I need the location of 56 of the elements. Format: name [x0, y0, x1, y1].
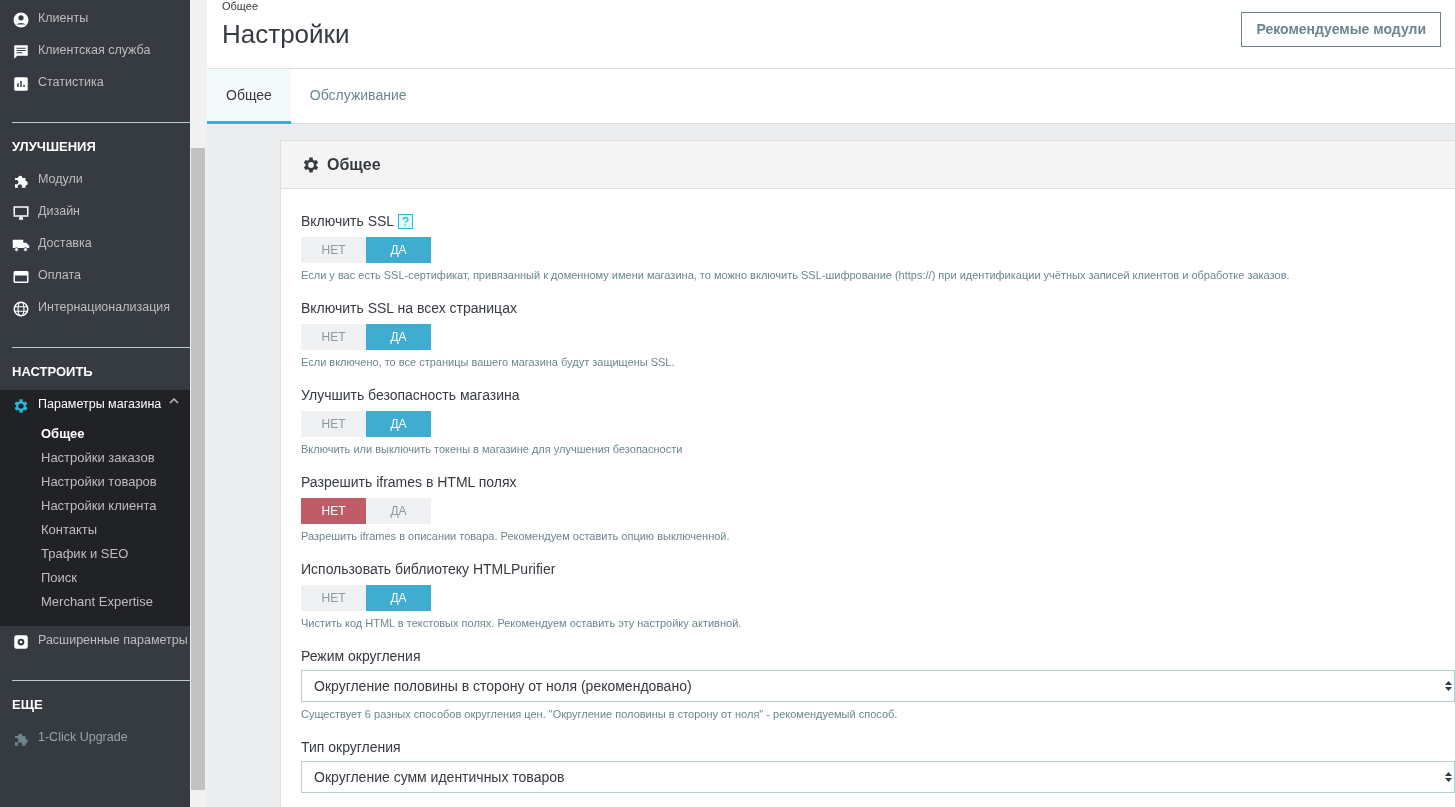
section-heading: НАСТРОИТЬ	[11, 363, 94, 381]
scrollbar-thumb[interactable]	[191, 148, 205, 790]
field-label: Улучшить безопасность магазина	[301, 385, 520, 405]
select-field[interactable]: Округление сумм идентичных товаров	[301, 761, 1455, 793]
sidebar-item[interactable]: Оплата	[0, 261, 190, 293]
sidebar-item[interactable]: Модули	[0, 165, 190, 197]
sidebar-item[interactable]: Доставка	[0, 229, 190, 261]
submenu-item[interactable]: Настройки клиента	[0, 494, 190, 518]
tab[interactable]: Обслуживание	[290, 69, 426, 124]
chat-icon	[12, 43, 30, 61]
submenu-item[interactable]: Контакты	[0, 518, 190, 542]
settings-icon	[12, 633, 30, 651]
switch-option[interactable]: НЕТ	[301, 498, 366, 524]
submenu-item[interactable]: Настройки заказов	[0, 446, 190, 470]
sort-arrows-icon	[1445, 680, 1452, 692]
sidebar-item[interactable]: Клиенты	[0, 4, 190, 36]
field-label: Использовать библиотеку HTMLPurifier	[301, 559, 556, 579]
submenu-item[interactable]: Поиск	[0, 566, 190, 590]
globe-icon	[12, 300, 30, 318]
help-text: Чистить код HTML в текстовых полях. Рекомендуем оставить эту настройку активной.	[301, 616, 743, 630]
gear-icon	[12, 397, 30, 415]
help-text: Существует 6 разных способов округления цен. "Округление половины в сторону от ноля" - рекомендуемый способ.	[301, 707, 899, 721]
sidebar-item[interactable]: Дизайн	[0, 197, 190, 229]
sidebar-item[interactable]: Интернационализация	[0, 293, 190, 325]
field-label: Включить SSL на всех страницах	[301, 298, 517, 318]
help-text: Если у вас есть SSL-сертификат, привязанный к доменному имени магазина, то можно включить SSL-шифрование (https://) при идентификации учётных записей клиентов и обработке заказов.	[301, 268, 1291, 282]
breadcrumb[interactable]: Общее	[222, 0, 350, 12]
tab[interactable]: Общее	[207, 69, 291, 124]
submenu-item[interactable]: Настройки товаров	[0, 470, 190, 494]
sort-arrows-icon	[1445, 771, 1452, 783]
section-heading: УЛУЧШЕНИЯ	[11, 138, 97, 156]
card-title: Общее	[327, 154, 381, 175]
select-field[interactable]: Округление половины в сторону от ноля (рекомендовано)	[301, 670, 1455, 702]
page-title: Настройки	[222, 18, 350, 51]
section-heading: ЕЩЕ	[11, 696, 44, 714]
help-text: Включить или выключить токены в магазине для улучшения безопасности	[301, 442, 684, 456]
submenu-item[interactable]: Трафик и SEO	[0, 542, 190, 566]
sidebar-item[interactable]: Расширенные параметры	[0, 626, 190, 658]
submenu-item[interactable]: Merchant Expertise	[0, 590, 190, 614]
scrollbar[interactable]	[190, 0, 207, 807]
help-icon[interactable]	[398, 213, 414, 229]
help-text: Если включено, то все страницы вашего магазина будут защищены SSL.	[301, 355, 676, 369]
help-text: Разрешить iframes в описании товара. Рекомендуем оставить опцию выключенной.	[301, 529, 731, 543]
credit-card-icon	[12, 268, 30, 286]
monitor-icon	[12, 204, 30, 222]
recommended-modules-button[interactable]: Рекомендуемые модули	[1241, 12, 1441, 47]
field-label: Тип округления	[301, 737, 401, 757]
field-label: Режим округления	[301, 646, 421, 666]
chevron-up-icon	[169, 396, 180, 406]
field-label: Разрешить iframes в HTML полях	[301, 472, 517, 492]
bar-chart-icon	[12, 75, 30, 93]
sidebar-item[interactable]: Статистика	[0, 68, 190, 100]
person-icon	[12, 11, 30, 29]
field-label: Включить SSL	[301, 211, 395, 231]
submenu-item[interactable]: Общее	[0, 422, 190, 446]
sidebar-item[interactable]: Клиентская служба	[0, 36, 190, 68]
